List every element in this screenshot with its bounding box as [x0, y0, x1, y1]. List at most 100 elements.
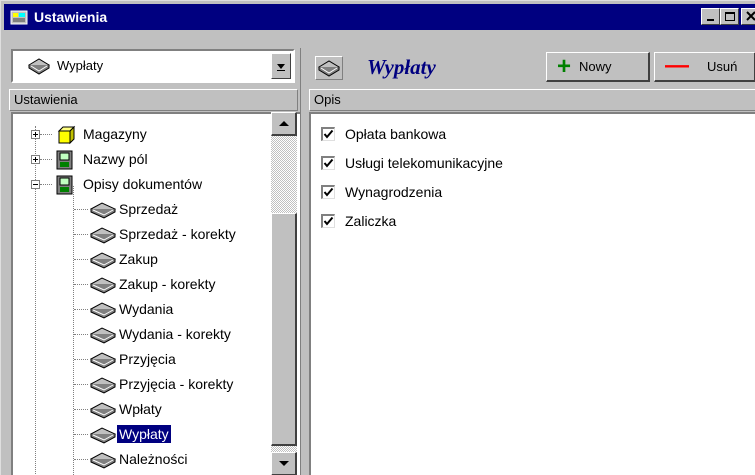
tree-line — [35, 126, 37, 475]
tree-item-label: Zakup — [119, 251, 158, 267]
right-toolbar: Wypłaty + Nowy — Usuń — [307, 48, 755, 87]
combobox-dropdown-button[interactable] — [271, 53, 291, 79]
tree-item-label: Przyjęcia — [119, 351, 176, 367]
book-icon — [318, 60, 340, 77]
green-form-icon — [55, 147, 81, 172]
book-icon — [89, 222, 117, 247]
delete-button-label: Usuń — [707, 59, 738, 74]
description-column-header[interactable]: Opis — [309, 89, 755, 111]
tree-item[interactable]: Wydania - korekty — [89, 322, 233, 347]
book-icon-frame — [315, 56, 343, 80]
tree-line — [74, 334, 88, 336]
chevron-down-icon — [277, 64, 285, 71]
tree-item[interactable]: Nazwy pól — [55, 147, 150, 172]
delete-button[interactable]: — Usuń — [654, 52, 755, 82]
minus-icon: — — [665, 52, 689, 79]
tree-item[interactable]: Wpłaty — [89, 397, 164, 422]
tree-item-label: Przyjęcia - korekty — [119, 376, 234, 392]
book-icon — [89, 197, 117, 222]
new-button[interactable]: + Nowy — [546, 52, 650, 82]
scroll-up-button[interactable] — [271, 112, 297, 136]
close-button[interactable] — [741, 8, 755, 25]
list-item-label: Usługi telekomunikacyjne — [345, 155, 503, 171]
tree-line — [74, 384, 88, 386]
tree-scrollbar[interactable] — [271, 112, 297, 475]
tree-item-label: Wydania — [119, 301, 174, 317]
new-button-label: Nowy — [579, 59, 612, 74]
list-item-label: Zaliczka — [345, 213, 397, 229]
tree-item-label: Wpłaty — [119, 401, 162, 417]
book-icon — [89, 347, 117, 372]
scroll-thumb[interactable] — [271, 213, 297, 446]
checkbox[interactable] — [321, 185, 335, 199]
tree-item[interactable]: Należności — [89, 447, 189, 472]
tree-item[interactable]: Opisy dokumentów — [55, 172, 204, 197]
expand-icon[interactable] — [31, 155, 40, 164]
tree-item[interactable]: Wypłaty — [89, 422, 172, 447]
settings-window: Ustawienia Wypłaty Ustawienia Magazyny Na… — [0, 0, 755, 475]
tree-item-label: Sprzedaż - korekty — [119, 226, 236, 242]
yellow-cube-icon — [55, 122, 81, 147]
maximize-icon — [725, 12, 735, 21]
expand-icon[interactable] — [31, 130, 40, 139]
check-icon — [323, 216, 334, 226]
checkbox[interactable] — [321, 127, 335, 141]
tree-item[interactable]: Sprzedaż — [89, 197, 180, 222]
tree-line — [74, 434, 88, 436]
tree-item-label: Opisy dokumentów — [83, 176, 203, 192]
category-combobox[interactable]: Wypłaty — [11, 49, 295, 83]
book-icon — [89, 297, 117, 322]
check-icon — [323, 158, 334, 168]
book-icon — [28, 58, 50, 75]
arrow-down-icon — [279, 461, 289, 466]
settings-tree[interactable]: Magazyny Nazwy pól Opisy dokumentów Sprzeda… — [11, 112, 300, 475]
window-title: Ustawienia — [34, 9, 108, 25]
app-icon — [10, 10, 28, 25]
tree-item[interactable]: Przyjęcia - korekty — [89, 372, 235, 397]
collapse-icon[interactable] — [31, 180, 40, 189]
tree-item[interactable]: Zakup - korekty — [89, 272, 217, 297]
tree-item-label: Należności — [119, 451, 188, 467]
tree-line — [74, 309, 88, 311]
book-icon — [89, 372, 117, 397]
scroll-down-button[interactable] — [271, 452, 297, 475]
minimize-button[interactable] — [701, 8, 720, 25]
tree-line — [74, 234, 88, 236]
plus-icon: + — [557, 53, 572, 80]
tree-item[interactable]: Wydania — [89, 297, 175, 322]
book-icon — [89, 422, 117, 447]
tree-item[interactable]: Przyjęcia — [89, 347, 178, 372]
description-list[interactable]: Opłata bankowa Usługi telekomunikacyjne Wy… — [309, 112, 755, 475]
checkbox[interactable] — [321, 156, 335, 170]
check-icon — [323, 129, 334, 139]
tree-line — [74, 359, 88, 361]
book-icon — [89, 322, 117, 347]
book-icon — [89, 397, 117, 422]
tree-line — [73, 186, 75, 475]
tree-item[interactable]: Sprzedaż - korekty — [89, 222, 238, 247]
book-icon — [89, 272, 117, 297]
tree-item-label: Wydania - korekty — [119, 326, 231, 342]
tree-item-label: Sprzedaż — [119, 201, 179, 217]
tree-line — [74, 209, 88, 211]
checkbox[interactable] — [321, 214, 335, 228]
tree-line — [40, 159, 52, 161]
panel-splitter[interactable] — [300, 48, 307, 475]
tree-column-header[interactable]: Ustawienia — [9, 89, 298, 111]
book-icon — [89, 447, 117, 472]
tree-item[interactable]: Zakup — [89, 247, 160, 272]
maximize-button[interactable] — [720, 8, 739, 25]
close-icon — [746, 11, 755, 21]
section-title: Wypłaty — [367, 55, 436, 79]
tree-line — [40, 184, 52, 186]
tree-item[interactable]: Magazyny — [55, 122, 149, 147]
tree-line — [74, 409, 88, 411]
tree-line — [74, 459, 88, 461]
tree-item-label: Wypłaty — [116, 424, 172, 444]
tree-item-label: Magazyny — [83, 126, 147, 142]
tree-item-label: Nazwy pól — [83, 151, 148, 167]
list-item-label: Wynagrodzenia — [345, 184, 443, 200]
tree-line — [74, 259, 88, 261]
title-bar[interactable]: Ustawienia — [4, 4, 755, 30]
combobox-value: Wypłaty — [57, 58, 104, 73]
